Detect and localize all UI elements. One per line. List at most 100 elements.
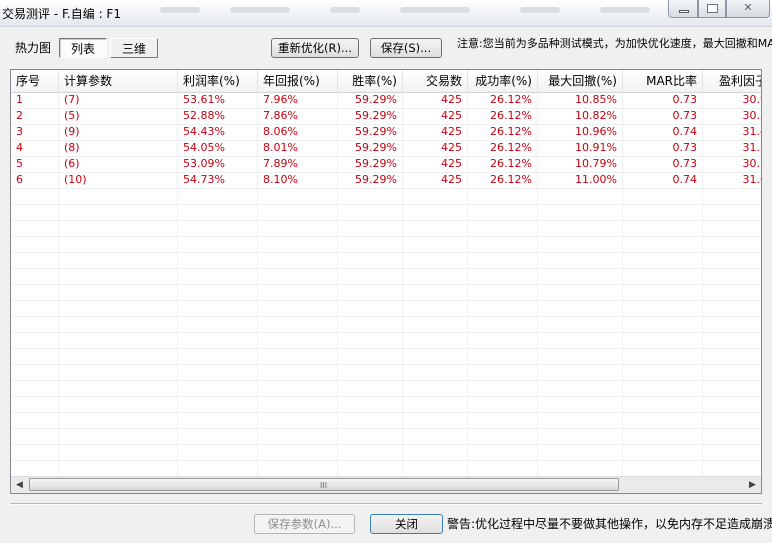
title-bar-decoration [230, 7, 290, 13]
close-button[interactable]: 关闭 [370, 514, 443, 534]
column-header[interactable]: 年回报(%) [258, 70, 338, 92]
grid-line [257, 92, 258, 476]
tab-list[interactable]: 列表 [59, 38, 107, 58]
table-cell: 425 [403, 92, 468, 108]
empty-row [11, 188, 761, 205]
table-cell: 425 [403, 124, 468, 140]
column-header[interactable]: 序号 [11, 70, 59, 92]
title-bar-decoration [520, 7, 560, 13]
minimize-button[interactable] [668, 0, 698, 18]
horizontal-scrollbar[interactable]: ◀ III ▶ [11, 476, 761, 493]
table-cell: 0.73 [623, 108, 703, 124]
close-icon: ✕ [743, 1, 753, 14]
maximize-button[interactable] [698, 0, 726, 18]
table-cell: 30.5 [703, 108, 762, 124]
table-cell: (9) [59, 124, 178, 140]
title-bar-decoration [160, 7, 200, 13]
table-cell: (8) [59, 140, 178, 156]
table-cell: 8.10% [258, 172, 338, 188]
title-bar-decoration [330, 7, 360, 13]
table-cell: 2 [11, 108, 59, 124]
table-row[interactable]: 3 (9) 54.43% 8.06% 59.29% 425 26.12% 10.96% 0.74… [11, 124, 761, 141]
grid-line [177, 92, 178, 476]
table-row[interactable]: 1 (7) 53.61% 7.96% 59.29% 425 26.12% 10.85% 0.73… [11, 92, 761, 109]
empty-row [11, 412, 761, 429]
table-cell: 26.12% [468, 108, 538, 124]
table-cell: 425 [403, 172, 468, 188]
reoptimize-button[interactable]: 重新优化(R)... [271, 38, 359, 58]
results-table[interactable]: 序号 计算参数 利润率(%) 年回报(%) 胜率(%) 交易数 成功率(%) 最… [10, 69, 762, 494]
table-cell: (6) [59, 156, 178, 172]
table-cell: 5 [11, 156, 59, 172]
estimation-note: 注意:您当前为多品种测试模式，为加快优化速度，最大回撤和MAR均为估算值，如需精… [457, 37, 772, 50]
close-window-button[interactable]: ✕ [726, 0, 770, 18]
table-cell: 53.09% [178, 156, 258, 172]
column-header[interactable]: 盈利因子 [703, 70, 761, 92]
column-header[interactable]: 最大回撤(%) [538, 70, 623, 92]
scroll-right-arrow-icon[interactable]: ▶ [744, 477, 761, 493]
empty-row [11, 252, 761, 269]
table-cell: 10.85% [538, 92, 623, 108]
table-cell: 10.82% [538, 108, 623, 124]
scroll-left-arrow-icon[interactable]: ◀ [11, 477, 28, 493]
table-cell: 6 [11, 172, 59, 188]
empty-row [11, 444, 761, 461]
column-header[interactable]: 利润率(%) [178, 70, 258, 92]
empty-row [11, 332, 761, 349]
empty-row [11, 268, 761, 285]
table-row[interactable]: 5 (6) 53.09% 7.89% 59.29% 425 26.12% 10.79% 0.73… [11, 156, 761, 173]
table-cell: 425 [403, 108, 468, 124]
table-cell: 425 [403, 156, 468, 172]
tab-3d[interactable]: 三维 [110, 38, 158, 58]
table-cell: 8.06% [258, 124, 338, 140]
table-header: 序号 计算参数 利润率(%) 年回报(%) 胜率(%) 交易数 成功率(%) 最… [11, 70, 761, 93]
column-header[interactable]: 胜率(%) [338, 70, 403, 92]
grip-icon: III [320, 481, 328, 490]
save-button[interactable]: 保存(S)... [370, 38, 442, 58]
table-cell: 31.6 [703, 172, 762, 188]
column-header[interactable]: 计算参数 [59, 70, 178, 92]
title-bar-decoration [600, 7, 650, 13]
grid-line [402, 92, 403, 476]
minimize-icon [679, 10, 689, 13]
grid-line [622, 92, 623, 476]
table-cell: 425 [403, 140, 468, 156]
table-cell: 10.91% [538, 140, 623, 156]
table-cell: 52.88% [178, 108, 258, 124]
table-cell: 26.12% [468, 156, 538, 172]
table-cell: 7.96% [258, 92, 338, 108]
maximize-icon [707, 4, 718, 13]
table-cell: 26.12% [468, 92, 538, 108]
table-row[interactable]: 6 (10) 54.73% 8.10% 59.29% 425 26.12% 11.00% 0.7… [11, 172, 761, 189]
column-header[interactable]: MAR比率 [623, 70, 703, 92]
empty-row [11, 284, 761, 301]
tab-heatmap[interactable]: 热力图 [10, 38, 56, 58]
table-cell: 59.29% [338, 156, 403, 172]
table-cell: 0.74 [623, 172, 703, 188]
grid-line [467, 92, 468, 476]
grid-line [537, 92, 538, 476]
table-cell: 54.43% [178, 124, 258, 140]
table-cell: 7.86% [258, 108, 338, 124]
table-cell: 31.2 [703, 140, 762, 156]
table-cell: (10) [59, 172, 178, 188]
grid-line [702, 92, 703, 476]
table-cell: 59.29% [338, 140, 403, 156]
table-cell: 10.96% [538, 124, 623, 140]
window-title: 交易测评 - F.自编 : F1 [2, 7, 121, 21]
grid-line [337, 92, 338, 476]
column-header[interactable]: 交易数 [403, 70, 468, 92]
grid-line [58, 92, 59, 476]
table-cell: 53.61% [178, 92, 258, 108]
table-row[interactable]: 4 (8) 54.05% 8.01% 59.29% 425 26.12% 10.91% 0.73… [11, 140, 761, 157]
title-bar: 交易测评 - F.自编 : F1 ✕ [0, 0, 772, 27]
table-cell: 8.01% [258, 140, 338, 156]
table-cell: 4 [11, 140, 59, 156]
title-bar-decoration [400, 7, 470, 13]
table-row[interactable]: 2 (5) 52.88% 7.86% 59.29% 425 26.12% 10.82% 0.73… [11, 108, 761, 125]
empty-row [11, 380, 761, 397]
table-cell: 26.12% [468, 140, 538, 156]
table-cell: 1 [11, 92, 59, 108]
scrollbar-thumb[interactable]: III [29, 478, 619, 491]
column-header[interactable]: 成功率(%) [468, 70, 538, 92]
